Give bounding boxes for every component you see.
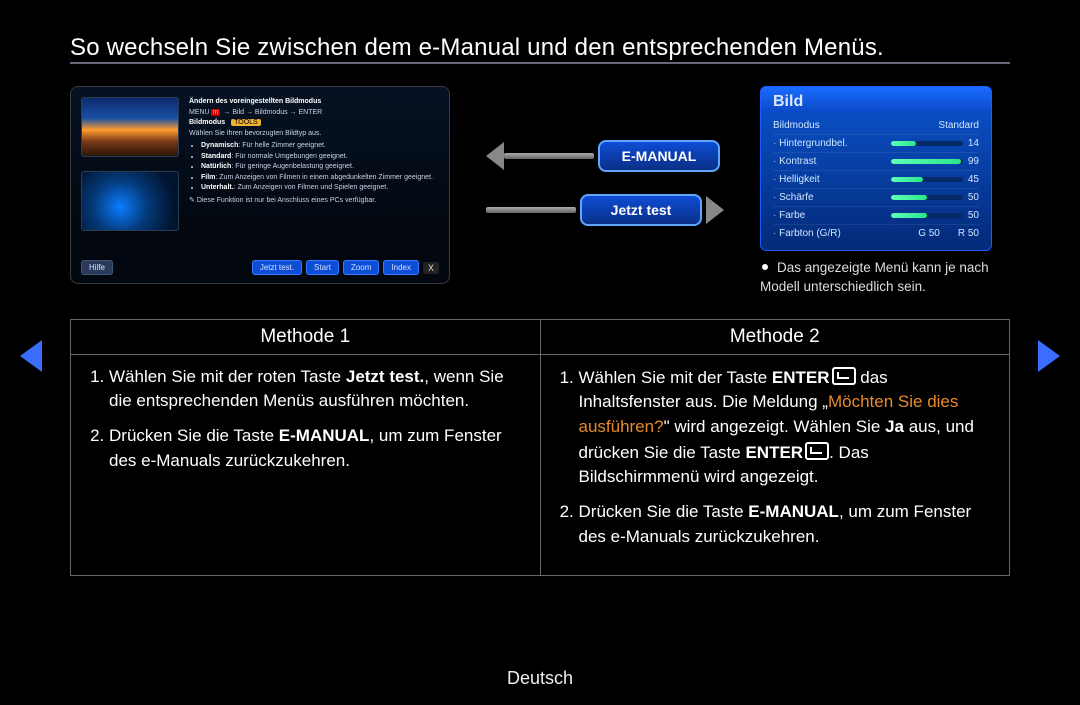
method1-header: Methode 1 xyxy=(71,319,541,354)
footer-language: Deutsch xyxy=(0,668,1080,689)
emanual-tools-badge: TOOLS xyxy=(231,119,261,126)
arrow-left-icon xyxy=(486,142,504,170)
osd-row-label: Kontrast xyxy=(773,156,816,167)
emanual-item: Standard: Für normale Umgebungen geeigne… xyxy=(201,152,439,163)
methods-table: Methode 1 Methode 2 Wählen Sie mit der r… xyxy=(70,319,1010,576)
osd-note: Das angezeigte Menü kann je nach Modell … xyxy=(760,259,1010,297)
osd-slider: 50 xyxy=(891,192,979,203)
osd-row-value: 50 xyxy=(968,192,979,203)
osd-slider: 99 xyxy=(891,156,979,167)
osd-row-value: 99 xyxy=(968,156,979,167)
osd-row-label: Farbton (G/R) xyxy=(773,228,841,239)
emanual-path-rest: → Bild → Bildmodus → ENTER xyxy=(221,109,322,116)
osd-tint-r: R 50 xyxy=(958,228,979,239)
osd-row: Bildmodus Standard xyxy=(773,117,979,135)
osd-slider: 45 xyxy=(891,174,979,185)
osd-row-label: Schärfe xyxy=(773,192,814,203)
arrow-right-icon xyxy=(706,196,724,224)
osd-row-value: 45 xyxy=(968,174,979,185)
top-illustration-row: Ändern des voreingestellten Bildmodus ME… xyxy=(70,86,1010,297)
arrow-left-emanual: E-MANUAL xyxy=(486,140,724,172)
osd-row-label: Farbe xyxy=(773,210,805,221)
osd-row-tint: Farbton (G/R) G 50 R 50 xyxy=(773,225,979,242)
osd-row-value: Standard xyxy=(938,120,979,131)
enter-icon xyxy=(805,442,829,460)
emanual-footnote: Diese Funktion ist nur bei Anschluss ein… xyxy=(197,197,376,204)
osd-slider: 50 xyxy=(891,210,979,221)
emanual-panel: Ändern des voreingestellten Bildmodus ME… xyxy=(70,86,450,284)
emanual-path-menu: MENU xyxy=(189,109,210,116)
emanual-item: Natürlich: Für geringe Augenbelastung ge… xyxy=(201,162,439,173)
arrow-bar xyxy=(486,207,576,213)
enter-icon xyxy=(832,367,856,385)
arrow-right-jetzt: Jetzt test xyxy=(486,194,724,226)
method2-cell: Wählen Sie mit der Taste ENTER das Inhal… xyxy=(540,354,1010,575)
osd-row-label: Hintergrundbel. xyxy=(773,138,847,149)
osd-body: Bildmodus Standard Hintergrundbel. 14 Kontra… xyxy=(761,113,991,250)
nav-prev-icon[interactable] xyxy=(20,340,42,372)
emanual-btn-index[interactable]: Index xyxy=(383,260,419,275)
method2-step2: Drücken Sie die Taste E-MANUAL, um zum F… xyxy=(579,500,994,549)
emanual-item: Film: Zum Anzeigen von Filmen in einem a… xyxy=(201,173,439,184)
osd-row-label: Helligkeit xyxy=(773,174,820,185)
osd-row: Kontrast 99 xyxy=(773,153,979,171)
osd-row: Helligkeit 45 xyxy=(773,171,979,189)
arrow-bar xyxy=(504,153,594,159)
emanual-heading: Ändern des voreingestellten Bildmodus xyxy=(189,97,439,108)
emanual-close-icon[interactable]: X xyxy=(423,262,439,274)
nav-next-icon[interactable] xyxy=(1038,340,1060,372)
emanual-btn-jetzt-test[interactable]: Jetzt test. xyxy=(252,260,302,275)
emanual-item: Dynamisch: Für helle Zimmer geeignet. xyxy=(201,141,439,152)
method1-step2: Drücken Sie die Taste E-MANUAL, um zum F… xyxy=(109,424,524,473)
center-arrows: E-MANUAL Jetzt test xyxy=(486,140,724,226)
osd-slider: 14 xyxy=(891,138,979,149)
method1-cell: Wählen Sie mit der roten Taste Jetzt tes… xyxy=(71,354,541,575)
page-title: So wechseln Sie zwischen dem e-Manual un… xyxy=(70,34,1010,64)
emanual-instruction: Wählen Sie Ihren bevorzugten Bildtyp aus… xyxy=(189,129,439,140)
osd-title: Bild xyxy=(761,87,991,113)
osd-row-value: 50 xyxy=(968,210,979,221)
emanual-item: Unterhalt.: Zum Anzeigen von Filmen und … xyxy=(201,183,439,194)
osd-row: Schärfe 50 xyxy=(773,189,979,207)
method2-header: Methode 2 xyxy=(540,319,1010,354)
osd-row-label: Bildmodus xyxy=(773,120,820,131)
emanual-thumbnails xyxy=(81,97,177,245)
osd-row-value: 14 xyxy=(968,138,979,149)
osd-row: Farbe 50 xyxy=(773,207,979,225)
emanual-pill: E-MANUAL xyxy=(598,140,720,172)
bullet-icon xyxy=(762,264,768,270)
jetzt-test-pill: Jetzt test xyxy=(580,194,702,226)
emanual-btn-help[interactable]: Hilfe xyxy=(81,260,113,275)
thumbnail-tv xyxy=(81,171,179,231)
method2-step1: Wählen Sie mit der Taste ENTER das Inhal… xyxy=(579,365,994,490)
osd-tint-g: G 50 xyxy=(918,228,940,239)
emanual-btn-start[interactable]: Start xyxy=(306,260,339,275)
method1-step1: Wählen Sie mit der roten Taste Jetzt tes… xyxy=(109,365,524,414)
thumbnail-sunset xyxy=(81,97,179,157)
osd-row: Hintergrundbel. 14 xyxy=(773,135,979,153)
emanual-mode-label: Bildmodus xyxy=(189,119,225,126)
emanual-btn-zoom[interactable]: Zoom xyxy=(343,260,379,275)
osd-panel: Bild Bildmodus Standard Hintergrundbel. 14 K… xyxy=(760,86,992,251)
emanual-content: Ändern des voreingestellten Bildmodus ME… xyxy=(189,97,439,206)
